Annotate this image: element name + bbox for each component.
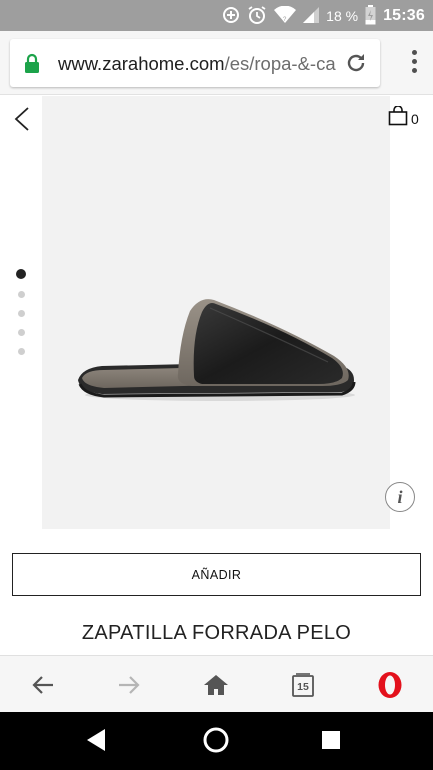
- data-saver-icon: [222, 6, 240, 27]
- url-host: www.zarahome.com: [58, 53, 225, 74]
- browser-address-bar: www.zarahome.com/es/ropa-&-ca: [0, 31, 433, 95]
- alarm-icon: [247, 5, 267, 28]
- browser-menu-button[interactable]: [411, 50, 417, 76]
- back-icon[interactable]: [28, 670, 58, 700]
- product-page: 0 i AÑADIR ZAPATILLA FORRADA PELO: [0, 96, 433, 654]
- pagination-dot[interactable]: [17, 291, 25, 298]
- battery-charging-icon: [365, 4, 376, 28]
- system-navigation-bar: [0, 712, 433, 770]
- info-icon: i: [397, 486, 403, 507]
- tabs-count: 15: [297, 680, 309, 693]
- status-bar: ? 18 % 15:36: [0, 0, 433, 31]
- cart-count: 0: [411, 110, 419, 127]
- nav-back-icon[interactable]: [86, 728, 106, 757]
- slipper-illustration: [78, 299, 356, 401]
- pagination-dot[interactable]: [16, 269, 26, 279]
- cart-button[interactable]: 0: [388, 105, 419, 131]
- back-arrow-icon[interactable]: [14, 106, 30, 137]
- nav-recents-icon[interactable]: [322, 731, 340, 754]
- url-path: /es/ropa-&-ca: [224, 53, 336, 74]
- info-button[interactable]: i: [385, 482, 415, 512]
- shopping-bag-icon: [388, 105, 408, 131]
- nav-home-icon[interactable]: [203, 727, 229, 758]
- browser-bottom-toolbar: 15: [0, 655, 433, 712]
- pagination-dot[interactable]: [17, 348, 25, 355]
- battery-percent: 18 %: [326, 8, 359, 24]
- clock: 15:36: [383, 7, 425, 24]
- home-icon[interactable]: [201, 670, 231, 700]
- opera-menu-icon[interactable]: [375, 670, 405, 700]
- lock-icon: [24, 53, 40, 78]
- tabs-icon[interactable]: 15: [288, 670, 318, 700]
- wifi-icon: ?: [274, 5, 297, 27]
- reload-icon[interactable]: [344, 51, 368, 80]
- product-image[interactable]: [42, 96, 390, 529]
- pagination-dot[interactable]: [17, 329, 25, 336]
- product-title: ZAPATILLA FORRADA PELO: [81, 622, 352, 644]
- signal-icon: [303, 6, 320, 26]
- add-to-cart-button[interactable]: AÑADIR: [12, 553, 421, 596]
- url-field[interactable]: www.zarahome.com/es/ropa-&-ca: [10, 39, 380, 87]
- url-text: www.zarahome.com/es/ropa-&-ca: [58, 53, 340, 75]
- forward-icon[interactable]: [114, 670, 144, 700]
- pagination-dot[interactable]: [17, 310, 25, 317]
- image-pagination: [16, 269, 26, 367]
